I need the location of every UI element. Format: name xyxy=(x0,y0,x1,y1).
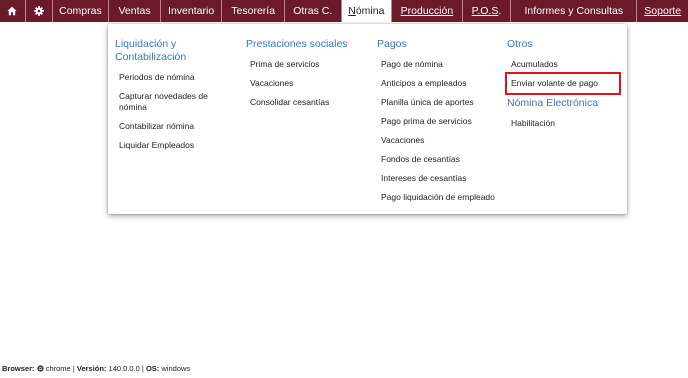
nav-label: Compras xyxy=(59,5,102,17)
nav-nomina[interactable]: Nómina xyxy=(341,0,393,22)
separator: | xyxy=(72,364,75,373)
menu-link-planilla-aportes[interactable]: Planilla única de aportes xyxy=(377,93,499,112)
nav-label: roducción xyxy=(407,5,454,17)
menu-link-pago-liquidacion-empleado[interactable]: Pago liquidación de empleado xyxy=(377,188,499,207)
nav-label-accesskey: N xyxy=(348,5,356,17)
menu-link-vacaciones[interactable]: Vacaciones xyxy=(246,74,368,93)
os-value: windows xyxy=(161,364,191,373)
nav-informes[interactable]: Informes y Consultas xyxy=(511,0,638,22)
chrome-icon xyxy=(36,365,44,372)
menu-link-anticipos-empleados[interactable]: Anticipos a empleados xyxy=(377,74,499,93)
nomina-dropdown-menu: Liquidación y Contabilización Periodos d… xyxy=(108,24,627,214)
column-title: Prestaciones sociales xyxy=(246,38,348,50)
nav-settings[interactable] xyxy=(26,0,53,22)
column-title: Pagos xyxy=(377,38,407,50)
browser-value: chrome xyxy=(45,364,71,373)
nav-inventario[interactable]: Inventario xyxy=(161,0,223,22)
menu-link-consolidar-cesantias[interactable]: Consolidar cesantías xyxy=(246,93,368,112)
os-label: OS: xyxy=(145,364,160,373)
nav-label-accesskey: S xyxy=(491,5,499,17)
browser-info-footer: Browser: chrome | Versión: 140.0.0.0 | O… xyxy=(2,364,190,373)
menu-column-otros: Otros Acumulados Enviar volante de pago … xyxy=(505,38,621,133)
menu-link-periodos-nomina[interactable]: Periodos de nómina xyxy=(115,68,233,87)
nav-tesoreria[interactable]: Tesorería xyxy=(222,0,285,22)
menu-link-fondos-cesantias[interactable]: Fondos de cesantías xyxy=(377,150,499,169)
menu-link-pago-vacaciones[interactable]: Vacaciones xyxy=(377,131,499,150)
nav-produccion[interactable]: Producción xyxy=(392,0,463,22)
column-title-nomina-electronica: Nómina Electrónica xyxy=(507,97,599,109)
menu-link-capturar-novedades[interactable]: Capturar novedades de nómina xyxy=(115,87,217,117)
top-navbar: Compras Ventas Inventario Tesorería Otra… xyxy=(0,0,688,22)
nav-ventas[interactable]: Ventas xyxy=(109,0,161,22)
menu-column-prestaciones: Prestaciones sociales Prima de servicios… xyxy=(246,38,368,112)
menu-column-liquidacion: Liquidación y Contabilización Periodos d… xyxy=(115,38,233,155)
column-title: Liquidación y Contabilización xyxy=(115,38,187,63)
menu-link-contabilizar-nomina[interactable]: Contabilizar nómina xyxy=(115,117,233,136)
nav-label-accesskey: S xyxy=(644,5,652,17)
nav-label: Inventario xyxy=(168,5,215,17)
nav-label: Otras C. xyxy=(293,5,333,17)
nav-soporte[interactable]: Soporte xyxy=(637,0,688,22)
nav-otras-c[interactable]: Otras C. xyxy=(285,0,342,22)
menu-link-liquidar-empleados[interactable]: Liquidar Empleados xyxy=(115,136,233,155)
nav-label: Informes y Consultas xyxy=(524,5,624,17)
nav-pos[interactable]: P.O. S. xyxy=(463,0,512,22)
menu-link-habilitacion[interactable]: Habilitación xyxy=(507,114,619,133)
separator: | xyxy=(141,364,144,373)
menu-link-enviar-volante-pago[interactable]: Enviar volante de pago xyxy=(505,72,621,95)
version-value: 140.0.0.0 xyxy=(108,364,140,373)
home-icon xyxy=(7,6,18,16)
nav-label: Tesorería xyxy=(231,5,276,17)
browser-label: Browser: xyxy=(2,364,35,373)
nav-label: oporte xyxy=(651,5,682,17)
column-title: Otros xyxy=(507,38,533,50)
nav-label-accesskey: P xyxy=(400,5,408,17)
version-label: Versión: xyxy=(76,364,107,373)
nav-label: . xyxy=(498,5,502,17)
menu-link-pago-nomina[interactable]: Pago de nómina xyxy=(377,55,499,74)
nav-label: Ventas xyxy=(118,5,151,17)
nav-label: ómina xyxy=(355,5,385,17)
menu-link-pago-prima-servicios[interactable]: Pago prima de servicios xyxy=(377,112,499,131)
menu-column-pagos: Pagos Pago de nómina Anticipos a emplead… xyxy=(377,38,499,207)
menu-link-prima-servicios[interactable]: Prima de servicios xyxy=(246,55,368,74)
nav-home[interactable] xyxy=(0,0,26,22)
nav-label: P.O. xyxy=(471,5,492,17)
gear-icon xyxy=(33,6,44,16)
menu-link-acumulados[interactable]: Acumulados xyxy=(507,55,619,74)
nav-compras[interactable]: Compras xyxy=(53,0,110,22)
menu-link-intereses-cesantias[interactable]: Intereses de cesantías xyxy=(377,169,499,188)
